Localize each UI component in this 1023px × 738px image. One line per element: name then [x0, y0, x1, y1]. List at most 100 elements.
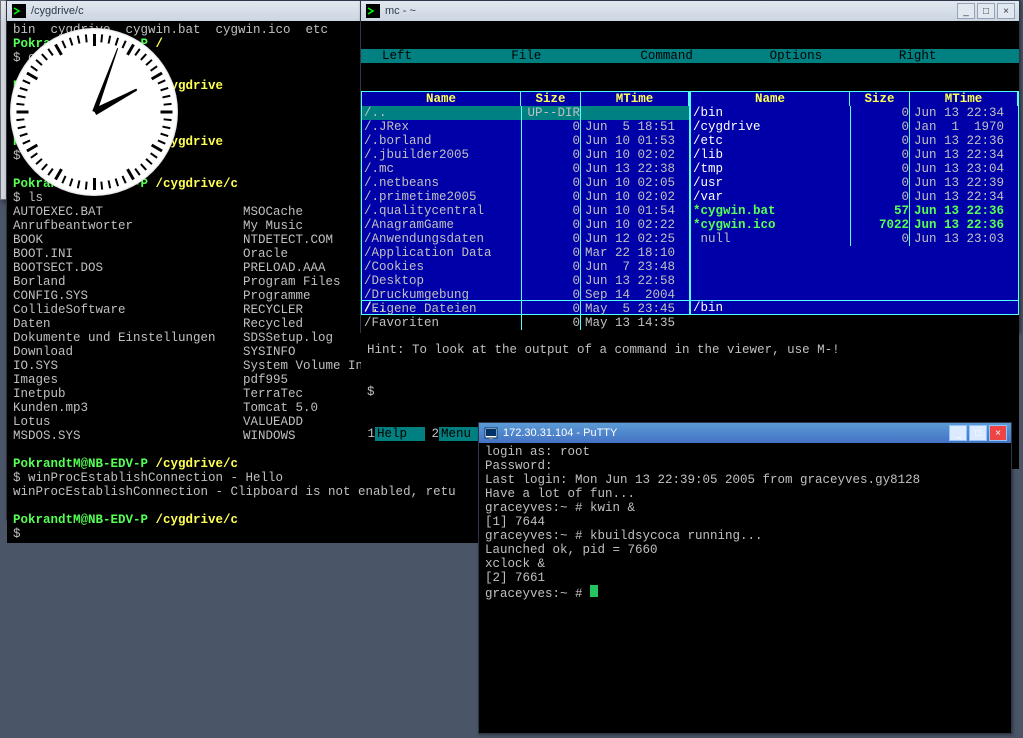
clock-tick — [93, 34, 96, 46]
mc-body: Left File Command Options Right NameSize… — [361, 21, 1019, 469]
clock-tick — [100, 182, 103, 190]
cursor — [590, 585, 598, 597]
mc-row[interactable]: /Anwendungsdaten0Jun 12 02:25 — [362, 232, 689, 246]
mc-row[interactable]: /usr0Jun 13 22:39 — [691, 176, 1018, 190]
mc-row[interactable]: /lib0Jun 13 22:34 — [691, 148, 1018, 162]
clock-tick — [145, 158, 152, 165]
clock-tick — [41, 163, 48, 170]
mc-row[interactable]: /tmp0Jun 13 23:04 — [691, 162, 1018, 176]
mc-row[interactable]: /.borland0Jun 10 01:53 — [362, 134, 689, 148]
clock-tick — [47, 48, 53, 56]
mc-row[interactable]: /.primetime20050Jun 10 02:02 — [362, 190, 689, 204]
mc-row[interactable]: /.mc0Jun 13 22:38 — [362, 162, 689, 176]
putty-titlebar[interactable]: 172.30.31.104 - PuTTY _ □ × — [479, 423, 1011, 443]
clock-tick — [151, 144, 163, 153]
clock-tick — [85, 34, 88, 42]
clock-tick — [35, 158, 42, 165]
mc-menu-item[interactable]: Left — [367, 49, 496, 63]
clock-tick — [61, 40, 66, 48]
clock-tick — [30, 65, 38, 71]
close-button[interactable]: × — [997, 3, 1015, 19]
clock-tick — [26, 72, 38, 81]
clock-tick — [69, 38, 73, 46]
clock-tick — [16, 118, 24, 121]
mc-icon — [365, 3, 381, 19]
maximize-button[interactable]: □ — [977, 3, 995, 19]
mc-row[interactable]: /.JRex0Jun 5 18:51 — [362, 120, 689, 134]
clock-tick — [20, 133, 28, 137]
clock-tick — [150, 152, 158, 158]
fkey-help[interactable]: 1Help — [361, 427, 425, 441]
clock-tick — [54, 168, 63, 180]
clock-tick — [161, 111, 173, 114]
mc-menu-item[interactable]: Options — [755, 49, 884, 63]
clock-tick — [145, 59, 152, 66]
clock-tick — [69, 178, 73, 186]
clock-tick — [30, 152, 38, 158]
mc-row[interactable]: /Application Data0Mar 22 18:10 — [362, 246, 689, 260]
clock-face — [10, 28, 178, 196]
mc-row[interactable]: /Cookies0Jun 7 23:48 — [362, 260, 689, 274]
clock-tick — [140, 163, 147, 170]
clock-tick — [108, 35, 112, 43]
mc-hint: Hint: To look at the output of a command… — [361, 343, 1019, 357]
mc-prompt[interactable]: $ — [367, 385, 375, 399]
mc-row[interactable]: /etc0Jun 13 22:36 — [691, 134, 1018, 148]
mc-row[interactable]: *cygwin.ico7022Jun 13 22:36 — [691, 218, 1018, 232]
minimize-button[interactable]: _ — [949, 425, 967, 441]
clock-tick — [115, 178, 119, 186]
clock-tick — [162, 95, 170, 99]
mc-row[interactable]: /.jbuilder20050Jun 10 02:02 — [362, 148, 689, 162]
mc-row[interactable]: /cygdrive0Jan 1 1970 — [691, 120, 1018, 134]
mc-menu-item[interactable]: Command — [625, 49, 754, 63]
clock-tick — [164, 118, 172, 121]
putty-terminal[interactable]: login as: rootPassword:Last login: Mon J… — [479, 443, 1011, 603]
clock-tick — [17, 95, 25, 99]
mc-menu-item[interactable]: File — [496, 49, 625, 63]
clock-tick — [47, 168, 53, 176]
cygwin-icon — [11, 3, 27, 19]
clock-tick — [77, 35, 81, 43]
clock-tick — [17, 111, 29, 114]
mc-row[interactable]: null0Jun 13 23:03 — [691, 232, 1018, 246]
clock-tick — [126, 168, 135, 180]
maximize-button[interactable]: □ — [969, 425, 987, 441]
clock-tick — [35, 59, 42, 66]
mc-row[interactable]: *cygwin.bat57Jun 13 22:36 — [691, 204, 1018, 218]
mc-row[interactable]: /.netbeans0Jun 10 02:05 — [362, 176, 689, 190]
mc-menu-item[interactable]: Right — [884, 49, 1013, 63]
clock-tick — [100, 34, 103, 42]
clock-tick — [164, 103, 172, 106]
mc-right-panel[interactable]: NameSizeMTime/bin0Jun 13 22:34/cygdrive0… — [690, 91, 1019, 315]
clock-tick — [20, 87, 28, 91]
mc-row[interactable]: /Desktop0Jun 13 22:58 — [362, 274, 689, 288]
mc-titlebar[interactable]: mc - ~ _ □ × — [361, 1, 1019, 21]
clock-tick — [162, 126, 170, 130]
clock-tick — [85, 182, 88, 190]
mc-left-panel[interactable]: NameSizeMTime/..UP--DIR/.JRex0Jun 5 18:5… — [361, 91, 690, 315]
putty-window[interactable]: 172.30.31.104 - PuTTY _ □ × login as: ro… — [478, 422, 1012, 734]
mc-row[interactable]: /Favoriten0May 13 14:35 — [362, 316, 689, 330]
clock-tick — [108, 180, 112, 188]
clock-tick — [77, 180, 81, 188]
clock-tick — [54, 44, 63, 56]
clock-tick — [115, 38, 119, 46]
minimize-button[interactable]: _ — [957, 3, 975, 19]
clock-tick — [41, 53, 48, 60]
mc-menu[interactable]: Left File Command Options Right — [361, 49, 1019, 63]
clock-tick — [17, 126, 25, 130]
clock-tick — [22, 140, 30, 145]
mc-row[interactable]: /.qualitycentral0Jun 10 01:54 — [362, 204, 689, 218]
mc-window[interactable]: mc - ~ _ □ × Left File Command Options R… — [360, 0, 1020, 333]
mc-row[interactable]: /var0Jun 13 22:34 — [691, 190, 1018, 204]
clock-tick — [160, 133, 168, 137]
mc-row[interactable]: /AnagramGame0Jun 10 02:22 — [362, 218, 689, 232]
mc-row[interactable]: /bin0Jun 13 22:34 — [691, 106, 1018, 120]
clock-tick — [61, 176, 66, 184]
clock-tick — [122, 176, 127, 184]
mc-panel-footer: /.. — [362, 300, 689, 314]
mc-row[interactable]: /..UP--DIR — [362, 106, 689, 120]
close-button[interactable]: × — [989, 425, 1007, 441]
mc-title: mc - ~ — [385, 5, 957, 17]
clock-tick — [122, 40, 127, 48]
